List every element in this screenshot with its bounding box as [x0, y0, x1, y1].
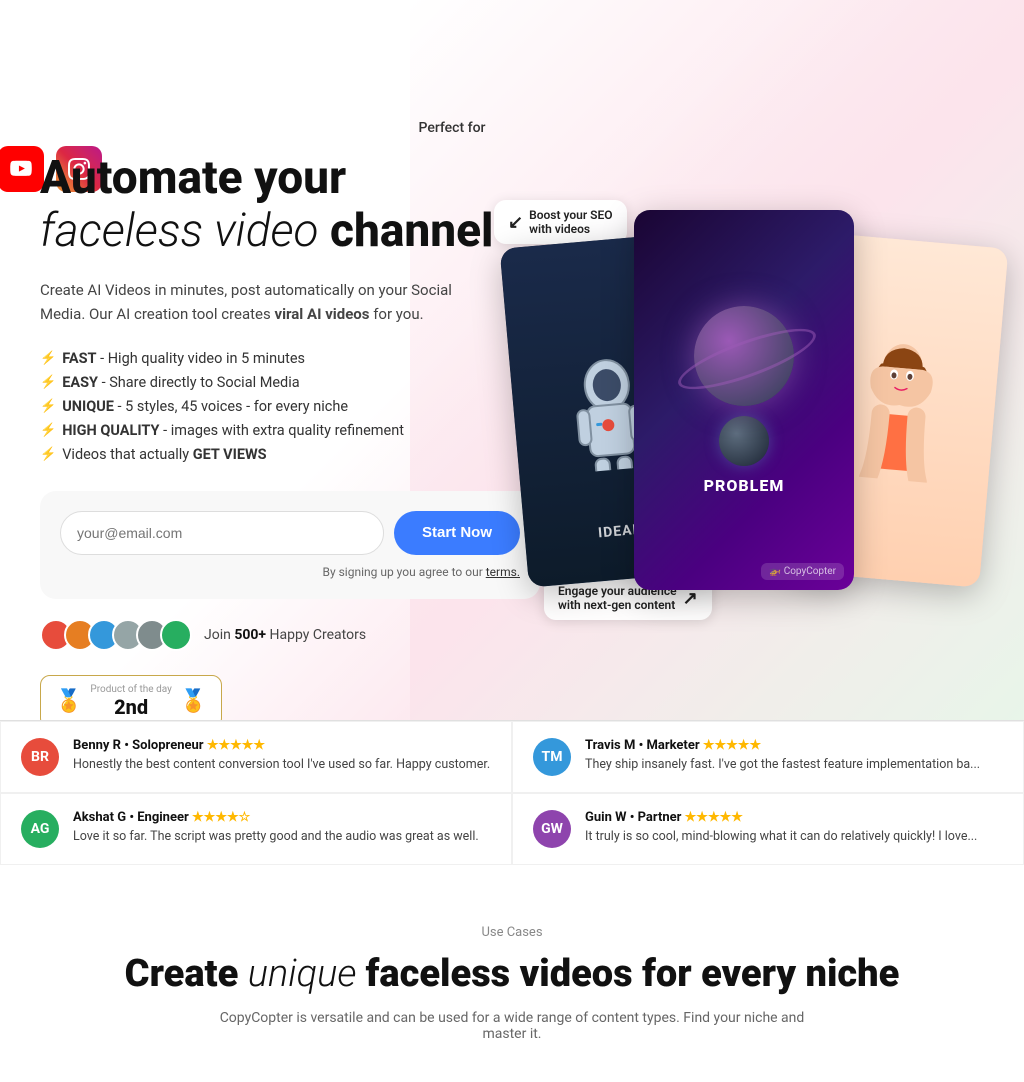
avatar-group	[40, 619, 192, 651]
card-main-label: PROBLEM	[679, 476, 809, 495]
laurel-right: 🏅	[180, 689, 207, 714]
review-card-1: TM Travis M • Marketer ★★★★★ They ship i…	[512, 721, 1024, 793]
reviewer-name-1: Travis M • Marketer ★★★★★	[585, 738, 1003, 753]
use-cases-title: Create unique faceless videos for every …	[40, 952, 984, 996]
reviewer-avatar-1: TM	[533, 738, 571, 776]
email-form-wrapper: Start Now By signing up you agree to our…	[40, 491, 540, 599]
reviewer-avatar-0: BR	[21, 738, 59, 776]
feature-unique: ⚡ UNIQUE - 5 styles, 45 voices - for eve…	[40, 398, 560, 415]
main-headline: Automate your faceless video channel	[40, 152, 560, 258]
social-proof: Join 500+ Happy Creators	[40, 619, 560, 651]
reviews-section: BR Benny R • Solopreneur ★★★★★ Honestly …	[0, 720, 1024, 865]
terms-text: By signing up you agree to our terms.	[60, 565, 520, 579]
reviewer-info-2: Akshat G • Engineer ★★★★☆ Love it so far…	[73, 810, 491, 847]
bubble-arrow-right: ↗	[683, 588, 698, 609]
perfect-for-label: Perfect for	[0, 120, 964, 136]
reviewer-avatar-3: GW	[533, 810, 571, 848]
feature-quality: ⚡ HIGH QUALITY - images with extra quali…	[40, 422, 560, 439]
features-list: ⚡ FAST - High quality video in 5 minutes…	[40, 350, 560, 463]
reviews-grid: BR Benny R • Solopreneur ★★★★★ Honestly …	[0, 721, 1024, 865]
review-text-1: They ship insanely fast. I've got the fa…	[585, 756, 1003, 775]
badge-text: Product of the day 2nd	[90, 684, 171, 719]
card-planet-small	[719, 416, 769, 466]
card-main-content: PROBLEM	[659, 286, 829, 515]
avatar	[160, 619, 192, 651]
reviewer-name-3: Guin W • Partner ★★★★★	[585, 810, 1003, 825]
terms-link[interactable]: terms.	[486, 565, 520, 579]
review-card-2: AG Akshat G • Engineer ★★★★☆ Love it so …	[0, 793, 512, 865]
card-watermark: 🚁 CopyCopter	[761, 563, 844, 580]
feature-views: ⚡ Videos that actually GET VIEWS	[40, 446, 560, 463]
review-card-0: BR Benny R • Solopreneur ★★★★★ Honestly …	[0, 721, 512, 793]
hero-left-content: Automate your faceless video channel Cre…	[40, 152, 560, 720]
feature-easy: ⚡ EASY - Share directly to Social Media	[40, 374, 560, 391]
start-now-button[interactable]: Start Now	[394, 511, 520, 555]
product-badge: 🏅 Product of the day 2nd 🏅	[40, 675, 222, 720]
badge-rank: 2nd	[90, 695, 171, 719]
reviewer-name-0: Benny R • Solopreneur ★★★★★	[73, 738, 491, 753]
review-text-2: Love it so far. The script was pretty go…	[73, 828, 491, 847]
reviewer-info-1: Travis M • Marketer ★★★★★ They ship insa…	[585, 738, 1003, 775]
video-card-main: PROBLEM 🚁 CopyCopter	[634, 210, 854, 590]
social-proof-text: Join 500+ Happy Creators	[204, 627, 366, 643]
badge-label: Product of the day	[90, 684, 171, 695]
reviewer-avatar-2: AG	[21, 810, 59, 848]
feature-fast: ⚡ FAST - High quality video in 5 minutes	[40, 350, 560, 367]
review-text-0: Honestly the best content conversion too…	[73, 756, 491, 775]
hero-subtext: Create AI Videos in minutes, post automa…	[40, 278, 500, 326]
card-planet	[694, 306, 794, 406]
use-cases-section: Use Cases Create unique faceless videos …	[0, 865, 1024, 1082]
youtube-icon	[0, 146, 44, 192]
reviewer-info-0: Benny R • Solopreneur ★★★★★ Honestly the…	[73, 738, 491, 775]
use-cases-label: Use Cases	[40, 925, 984, 940]
email-input[interactable]	[60, 511, 384, 555]
reviewer-info-3: Guin W • Partner ★★★★★ It truly is so co…	[585, 810, 1003, 847]
reviewer-name-2: Akshat G • Engineer ★★★★☆	[73, 810, 491, 825]
review-text-3: It truly is so cool, mind-blowing what i…	[585, 828, 1003, 847]
review-card-3: GW Guin W • Partner ★★★★★ It truly is so…	[512, 793, 1024, 865]
hero-section: Perfect for Automate your faceless video…	[0, 0, 1024, 720]
email-form: Start Now	[60, 511, 520, 555]
use-cases-subtitle: CopyCopter is versatile and can be used …	[212, 1010, 812, 1042]
laurel-left: 🏅	[55, 689, 82, 714]
